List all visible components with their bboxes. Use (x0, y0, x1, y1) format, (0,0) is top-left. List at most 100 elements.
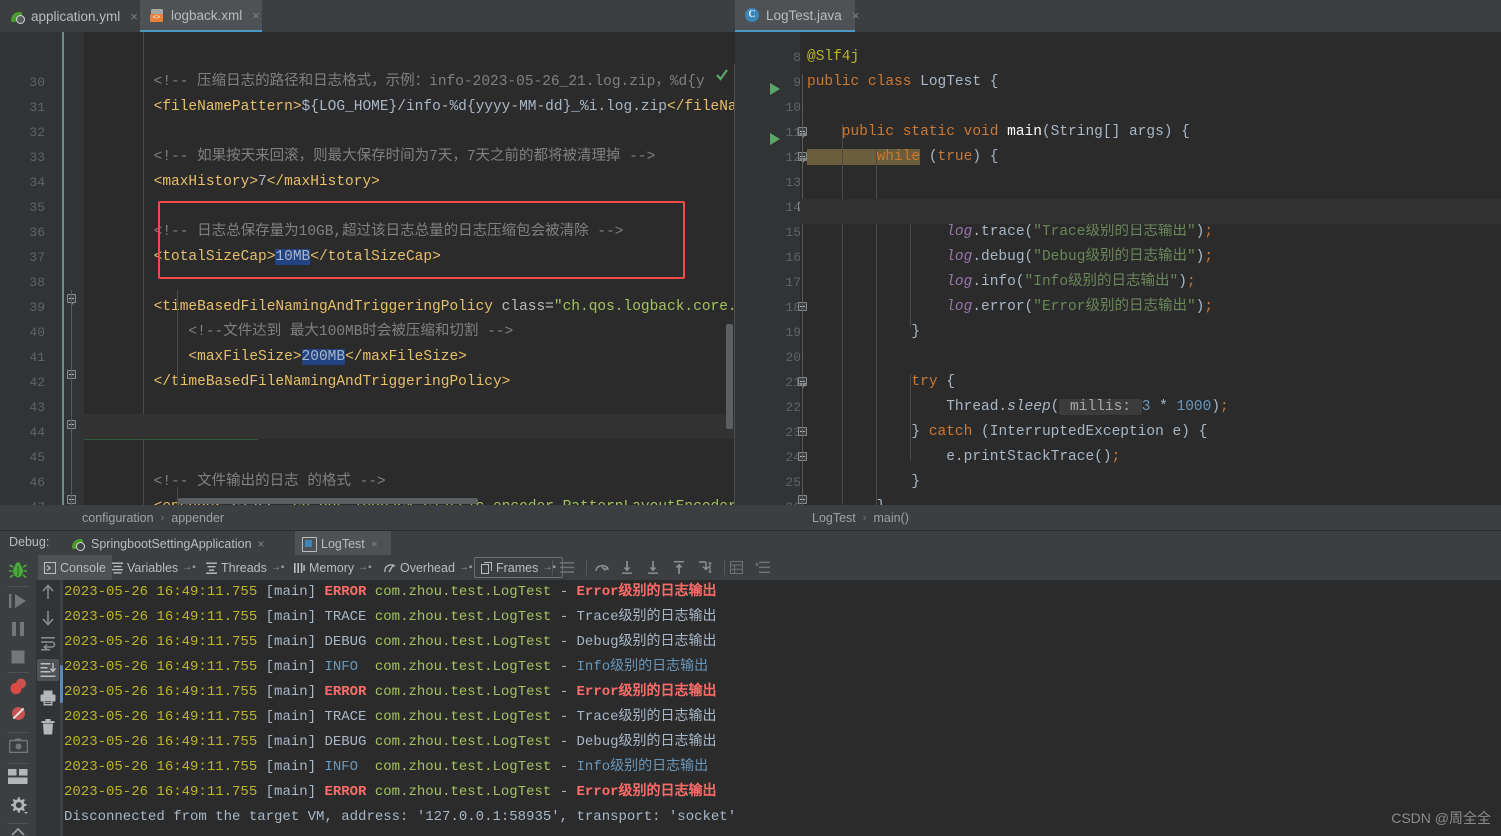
tab-threads[interactable]: Threads →▪ (200, 555, 290, 580)
evaluate-expression-icon[interactable] (730, 561, 743, 574)
breadcrumb-item[interactable]: configuration (82, 511, 154, 525)
code-line[interactable]: </timeBasedFileNamingAndTriggeringPolicy… (84, 370, 511, 395)
close-icon[interactable]: × (252, 8, 260, 23)
close-icon[interactable]: × (371, 537, 378, 551)
stop-program-icon[interactable] (10, 649, 26, 665)
pin-icon[interactable]: →▪ (358, 562, 372, 573)
log-token: - (559, 584, 577, 600)
force-step-into-icon[interactable] (646, 561, 660, 574)
code-line[interactable]: <!-- 压缩日志的路径和日志格式，示例：info-2023-05-26_21.… (84, 70, 705, 95)
console-scroll-marker[interactable] (60, 665, 63, 703)
scroll-up-icon[interactable] (41, 584, 55, 600)
code-line[interactable]: <!-- 如果按天来回滚，则最大保存时间为7天，7天之前的都将被清理掉 --> (84, 145, 656, 170)
pin-icon[interactable]: →▪ (182, 562, 196, 573)
pin-icon[interactable]: →▪ (459, 562, 473, 573)
code-line[interactable]: while (true) { (807, 145, 998, 170)
debug-tab-springboot[interactable]: SpringbootSettingApplication × (64, 531, 289, 556)
breadcrumb-java[interactable]: LogTest › main() (812, 505, 909, 530)
mute-breakpoints-icon[interactable] (10, 705, 27, 722)
settings-camera-icon[interactable] (9, 738, 28, 753)
xml-editor[interactable]: 30 <!-- 压缩日志的路径和日志格式，示例：info-2023-05-26_… (0, 32, 735, 505)
layout-icon[interactable] (8, 769, 28, 784)
show-execution-point-icon[interactable] (756, 561, 770, 574)
step-into-icon[interactable] (620, 561, 634, 574)
code-line[interactable]: <timeBasedFileNamingAndTriggeringPolicy … (84, 295, 735, 320)
code-line[interactable]: <maxFileSize>200MB</maxFileSize> (84, 345, 467, 370)
code-line[interactable]: } (807, 495, 886, 505)
code-line[interactable]: } (807, 470, 920, 495)
close-icon[interactable]: × (130, 9, 138, 24)
run-class-icon[interactable] (770, 83, 780, 95)
code-line[interactable]: log.error("Error级别的日志输出"); (807, 295, 1213, 320)
soft-wrap-icon[interactable] (40, 636, 56, 651)
console-log-line[interactable]: 2023-05-26 16:49:11.755 [main] INFO com.… (64, 755, 708, 780)
console-log-line[interactable]: 2023-05-26 16:49:11.755 [main] TRACE com… (64, 605, 717, 630)
console-log-line[interactable]: 2023-05-26 16:49:11.755 [main] DEBUG com… (64, 730, 717, 755)
clear-all-icon[interactable] (41, 719, 55, 735)
console-log-line[interactable]: 2023-05-26 16:49:11.755 [main] ERROR com… (64, 780, 717, 805)
code-line[interactable]: } catch (InterruptedException e) { (807, 420, 1207, 445)
close-icon[interactable]: × (852, 8, 860, 23)
debug-bug-icon[interactable] (8, 560, 28, 580)
code-line[interactable]: Thread.sleep( millis: 3 * 1000); (807, 395, 1229, 420)
console-log-line[interactable]: 2023-05-26 16:49:11.755 [main] INFO com.… (64, 655, 708, 680)
line-number: 24 (785, 450, 801, 465)
step-over-icon[interactable] (594, 561, 610, 574)
code-line[interactable]: @Slf4j (807, 45, 859, 70)
step-out-icon[interactable] (672, 561, 686, 574)
editor-tab-logback-xml[interactable]: logback.xml × (140, 0, 262, 32)
java-editor[interactable]: 8 @Slf4j 9 public class LogTest {10 11 publi… (735, 32, 1501, 505)
layout-settings-icon[interactable] (560, 562, 574, 573)
editor-tab-application-yml[interactable]: application.yml × (0, 0, 148, 32)
code-line[interactable]: log.debug("Debug级别的日志输出"); (807, 245, 1213, 270)
chevron-up-icon[interactable] (11, 828, 25, 836)
console-log-line[interactable]: 2023-05-26 16:49:11.755 [main] ERROR com… (64, 680, 717, 705)
breadcrumb-item[interactable]: LogTest (812, 511, 856, 525)
breadcrumb-item[interactable]: main() (873, 511, 908, 525)
tab-memory[interactable]: Memory →▪ (288, 555, 378, 580)
close-icon[interactable]: × (258, 537, 265, 551)
code-line[interactable]: <!--文件达到 最大100MB时会被压缩和切割 --> (84, 320, 513, 345)
code-line[interactable]: public class LogTest { (807, 70, 998, 95)
console-log-line[interactable]: 2023-05-26 16:49:11.755 [main] TRACE com… (64, 705, 717, 730)
xml-vertical-scrollbar[interactable] (726, 324, 733, 429)
pin-icon[interactable]: →▪ (542, 562, 556, 573)
tab-frames[interactable]: Frames →▪ (474, 557, 563, 578)
code-line[interactable]: public static void main(String[] args) { (807, 120, 1190, 145)
breadcrumb-xml[interactable]: configuration › appender (82, 505, 224, 530)
console-output[interactable]: 2023-05-26 16:49:11.755 [main] ERROR com… (60, 580, 1501, 836)
breadcrumb-item[interactable]: appender (171, 511, 224, 525)
tab-console[interactable]: Console (38, 555, 112, 580)
code-line[interactable]: try { (807, 370, 955, 395)
fold-marker-icon[interactable] (799, 383, 807, 388)
run-method-icon[interactable] (770, 133, 780, 145)
run-to-cursor-icon[interactable] (698, 561, 714, 574)
xml-horizontal-scrollbar[interactable] (178, 498, 478, 504)
scroll-to-end-icon[interactable] (40, 662, 56, 678)
code-line[interactable]: <totalSizeCap>10MB</totalSizeCap> (84, 245, 441, 270)
code-line[interactable]: <!-- 文件输出的日志 的格式 --> (84, 470, 386, 495)
view-breakpoints-icon[interactable] (9, 677, 28, 696)
fold-marker-icon[interactable] (799, 158, 807, 163)
tab-variables[interactable]: Variables →▪ (106, 555, 202, 580)
code-line[interactable]: <!-- 日志总保存量为10GB,超过该日志总量的日志压缩包会被清除 --> (84, 220, 624, 245)
code-line[interactable]: <fileNamePattern>${LOG_HOME}/info-%d{yyy… (84, 95, 735, 120)
code-line[interactable]: } (807, 320, 920, 345)
code-line[interactable]: <maxHistory>7</maxHistory> (84, 170, 380, 195)
threads-icon (206, 562, 217, 574)
gear-settings-icon[interactable] (8, 795, 28, 815)
print-icon[interactable] (40, 690, 56, 706)
pin-icon[interactable]: →▪ (271, 562, 285, 573)
scroll-down-icon[interactable] (41, 610, 55, 626)
inspection-ok-icon[interactable] (715, 68, 729, 82)
editor-tab-logtest-java[interactable]: LogTest.java × (735, 0, 859, 32)
debug-tab-logtest[interactable]: LogTest × (295, 531, 391, 556)
pause-program-icon[interactable] (10, 621, 26, 637)
console-log-line[interactable]: 2023-05-26 16:49:11.755 [main] DEBUG com… (64, 630, 717, 655)
resume-program-icon[interactable] (9, 593, 28, 609)
code-line[interactable]: log.info("Info级别的日志输出"); (807, 270, 1195, 295)
tab-overhead[interactable]: Overhead →▪ (378, 555, 478, 580)
code-line[interactable]: e.printStackTrace(); (807, 445, 1120, 470)
console-log-line[interactable]: 2023-05-26 16:49:11.755 [main] ERROR com… (64, 580, 717, 605)
fold-marker-icon[interactable] (799, 133, 807, 138)
